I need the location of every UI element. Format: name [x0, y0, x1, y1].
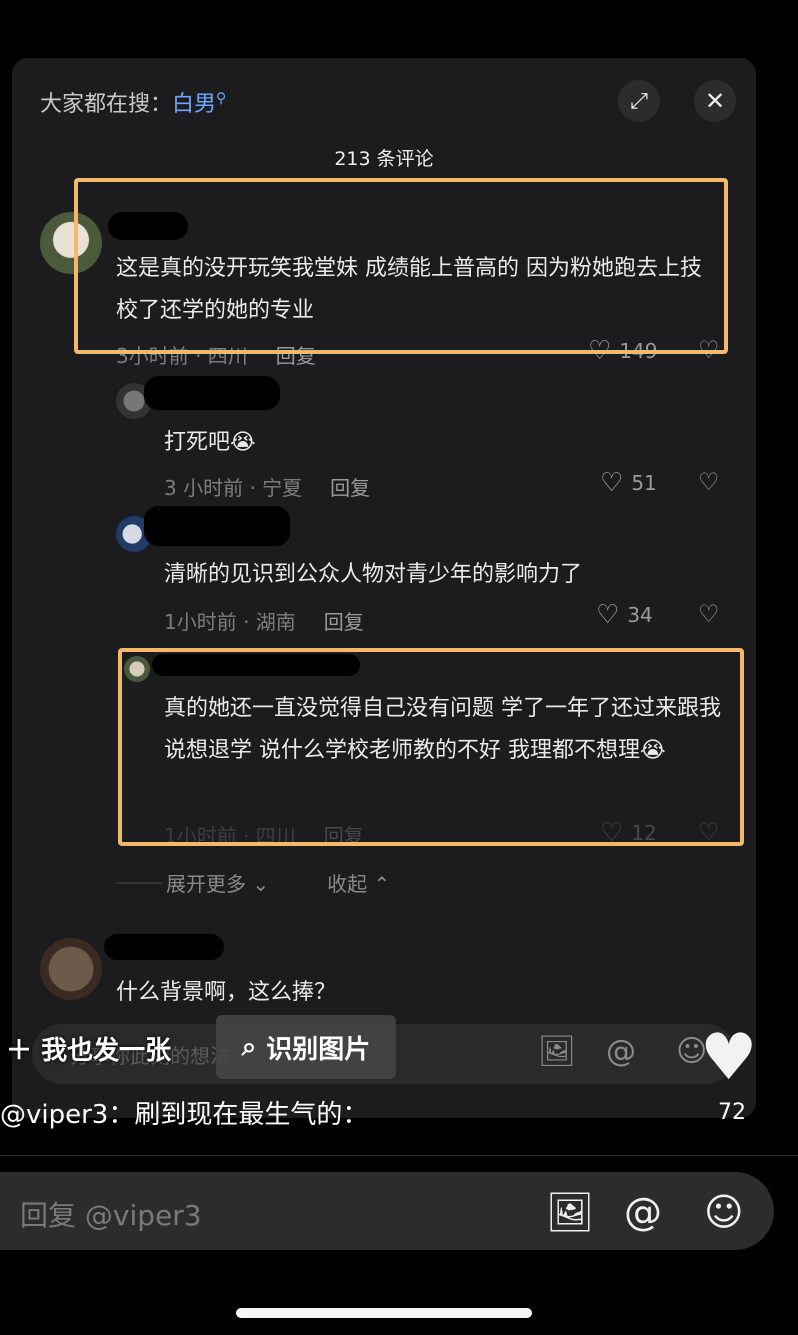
like-button[interactable]: ♡ 51: [600, 468, 657, 498]
post-too-button[interactable]: ＋ 我也发一张: [6, 1030, 171, 1067]
avatar[interactable]: [40, 938, 102, 1000]
scan-icon: ⌕: [241, 1031, 257, 1062]
home-indicator[interactable]: [236, 1308, 532, 1318]
reply-meta: 1小时前 · 湖南 回复: [164, 606, 364, 635]
expand-icon: ⤢: [630, 88, 648, 114]
collapse-button[interactable]: 收起 ⌃: [327, 868, 390, 897]
plus-icon: ＋: [6, 1036, 33, 1066]
highlight-box: [118, 648, 744, 846]
comment-text: 什么背景啊，这么捧？: [116, 980, 337, 1005]
search-suggestion[interactable]: 大家都在搜：白男⚲: [40, 86, 226, 118]
reply-button[interactable]: 回复: [330, 476, 370, 500]
like-count: 72: [718, 1100, 746, 1125]
heart-icon: ♡: [600, 468, 624, 498]
expand-more-button[interactable]: 展开更多 ⌄: [166, 868, 269, 897]
close-icon: ✕: [704, 87, 726, 115]
reply-button[interactable]: 回复: [324, 610, 364, 634]
expand-more-label: 展开更多: [166, 872, 246, 896]
identify-image-button[interactable]: ⌕ 识别图片: [216, 1015, 396, 1079]
emoji-icon[interactable]: ☺: [704, 1190, 744, 1234]
dislike-icon[interactable]: ♡: [698, 600, 720, 628]
search-icon: ⚲: [216, 90, 227, 107]
close-button[interactable]: ✕: [694, 80, 736, 122]
like-count: 34: [627, 603, 653, 627]
highlight-box: [74, 178, 728, 354]
reply-time-location: 3 小时前 · 宁夏: [164, 476, 303, 500]
post-caption: @viper3：刷到现在最生气的：: [0, 1100, 369, 1130]
expand-button[interactable]: ⤢: [618, 80, 660, 122]
identify-image-label: 识别图片: [266, 1034, 371, 1065]
search-keyword[interactable]: 白男: [172, 92, 216, 117]
divider: [116, 881, 162, 884]
image-icon[interactable]: 🖼: [546, 1190, 594, 1235]
like-button[interactable]: ♡ 34: [596, 600, 653, 630]
post-too-label: 我也发一张: [41, 1036, 172, 1066]
redacted-username: [144, 376, 280, 410]
mention-icon[interactable]: @: [606, 1034, 636, 1069]
reply-meta: 3 小时前 · 宁夏 回复: [164, 472, 370, 501]
dislike-icon[interactable]: ♡: [698, 468, 720, 496]
image-icon[interactable]: 🖼: [538, 1034, 576, 1069]
like-count: 51: [631, 471, 657, 495]
heart-icon[interactable]: ♥: [700, 1026, 757, 1090]
redacted-username: [144, 506, 290, 546]
reply-time-location: 1小时前 · 湖南: [164, 610, 296, 634]
reply-text: 打死吧😭: [164, 430, 256, 455]
reply-input[interactable]: 回复 @viper3 🖼 @ ☺: [0, 1172, 774, 1250]
replies-controls: 展开更多 ⌄ 收起 ⌃: [116, 868, 390, 897]
comment-count: 213 条评论: [334, 148, 434, 170]
mention-icon[interactable]: @: [624, 1190, 662, 1234]
heart-icon: ♡: [596, 600, 620, 630]
search-prefix: 大家都在搜：: [40, 92, 173, 117]
collapse-label: 收起: [327, 872, 368, 896]
reply-input-placeholder: 回复 @viper3: [20, 1199, 202, 1232]
reply-text: 清晰的见识到公众人物对青少年的影响力了: [164, 562, 583, 587]
divider: [0, 1155, 798, 1156]
redacted-username: [104, 934, 224, 960]
